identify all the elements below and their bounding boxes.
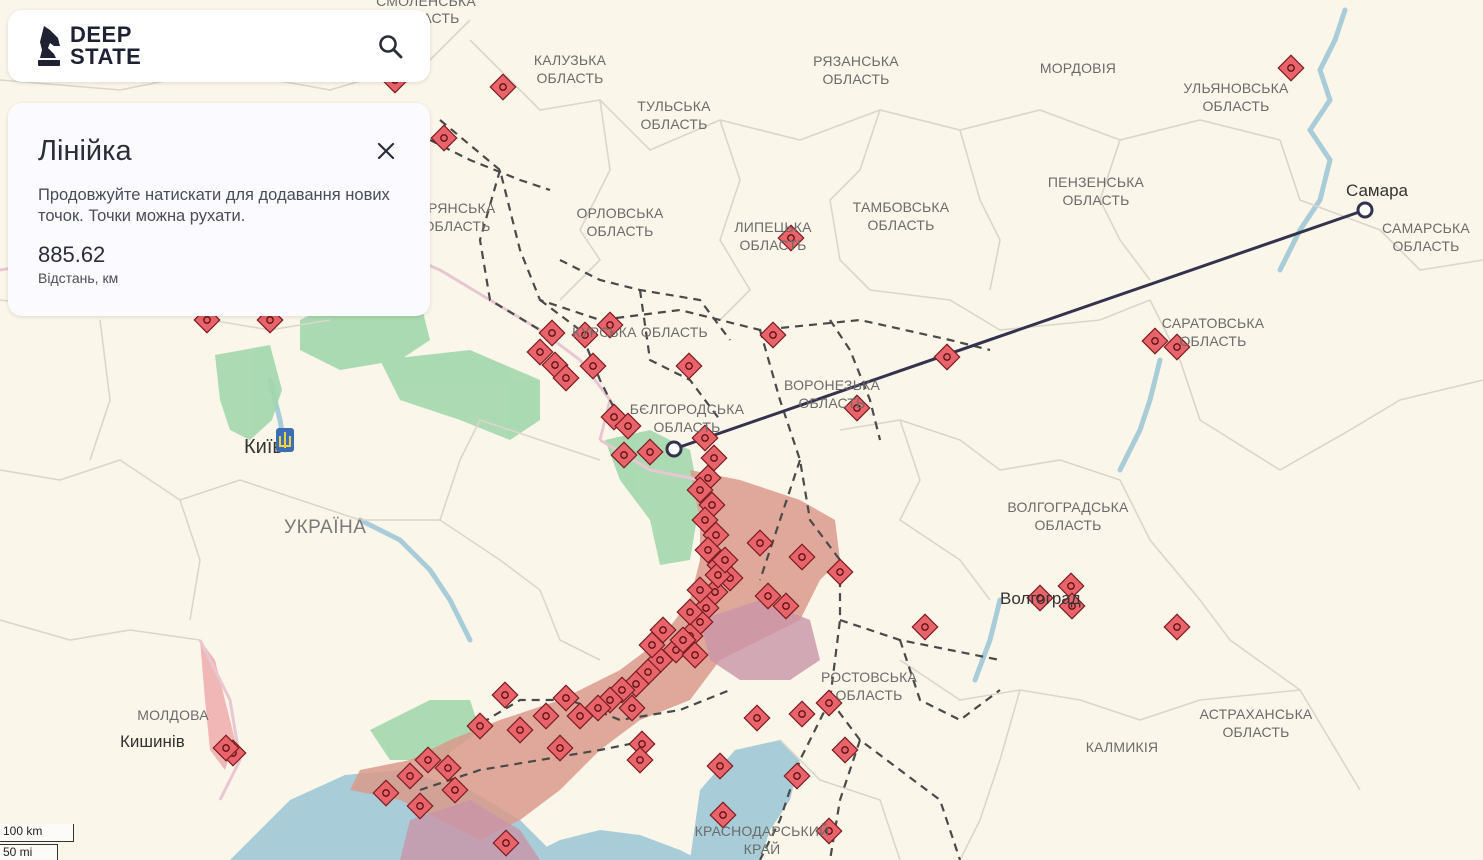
ruler-start-point[interactable] — [665, 440, 683, 458]
close-button[interactable] — [376, 141, 396, 161]
city-label-samara: Самара — [1346, 181, 1409, 200]
brand-line-1: DEEP — [70, 22, 132, 47]
ruler-distance-value: 885.62 — [38, 242, 106, 267]
region-label-kursk: КУРСЬКА ОБЛАСТЬ — [572, 324, 708, 340]
region-label-kalmykia: КАЛМИКІЯ — [1086, 739, 1158, 755]
close-icon — [377, 142, 395, 160]
ruler-title: Лінійка — [38, 135, 132, 167]
brand-line-2: STATE — [70, 44, 142, 69]
deepstate-logo[interactable]: DEEP STATE — [36, 24, 141, 68]
scale-mi: 50 mi — [0, 844, 58, 860]
city-label-chisinau: Кишинів — [120, 732, 185, 751]
region-label-moldova: МОЛДОВА — [137, 707, 209, 723]
ruler-panel: Лінійка Продовжуйте натискати для додава… — [8, 103, 430, 316]
kyiv-emblem-icon — [276, 428, 294, 452]
ruler-description: Продовжуйте натискати для додавання нови… — [38, 186, 390, 225]
search-icon — [379, 35, 403, 59]
brand-name: DEEP STATE — [70, 24, 141, 68]
country-label-ukraine: УКРАЇНА — [284, 517, 366, 538]
scale-km: 100 km — [0, 824, 74, 842]
ruler-distance-unit: Відстань, км — [38, 270, 119, 286]
region-label-mordovia: МОРДОВІЯ — [1040, 60, 1116, 76]
ruler-end-point[interactable] — [1356, 201, 1374, 219]
top-bar: DEEP STATE — [8, 10, 430, 82]
search-button[interactable] — [378, 34, 404, 60]
knight-logo-icon — [38, 26, 60, 66]
city-label-volgograd: Волгоград — [1000, 589, 1081, 608]
